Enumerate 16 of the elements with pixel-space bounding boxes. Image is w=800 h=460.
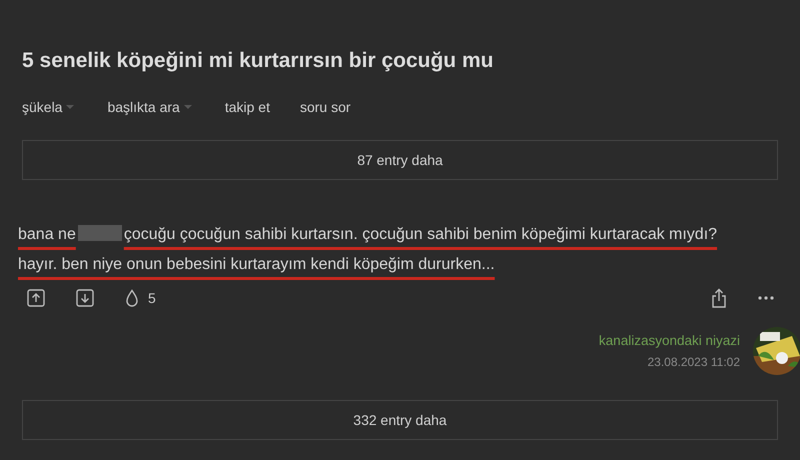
- drop-icon[interactable]: [125, 289, 139, 307]
- entry-text: bana ne çocuğu çocuğun sahibi kurtarsın. çocuğun sahibi benim köpeğimi kurtaracak mıydı? hayır. ben niye onun bebesini kurtarayım kendi köpeğim dururken...: [18, 224, 718, 275]
- more-entries-button[interactable]: 87 entry daha: [22, 140, 778, 180]
- nav-link[interactable]: soru sor: [300, 99, 351, 115]
- author-link[interactable]: kanalizasyondaki niyazi: [598, 333, 740, 348]
- entry-date[interactable]: 23.08.2023 11:02: [647, 355, 740, 369]
- nav-link[interactable]: şükela: [22, 99, 76, 115]
- nav-link[interactable]: başlıkta ara: [107, 99, 193, 115]
- downvote-icon[interactable]: [76, 289, 94, 307]
- topic-title[interactable]: 5 senelik köpeğini mi kurtarırsın bir çocuğu mu: [22, 49, 778, 73]
- nav-link[interactable]: takip et: [224, 99, 270, 115]
- favorite-count: 5: [148, 290, 156, 306]
- more-entries-button[interactable]: 332 entry daha: [22, 400, 778, 440]
- upvote-icon[interactable]: [27, 289, 45, 307]
- more-icon[interactable]: [758, 296, 774, 300]
- share-icon[interactable]: [711, 288, 727, 308]
